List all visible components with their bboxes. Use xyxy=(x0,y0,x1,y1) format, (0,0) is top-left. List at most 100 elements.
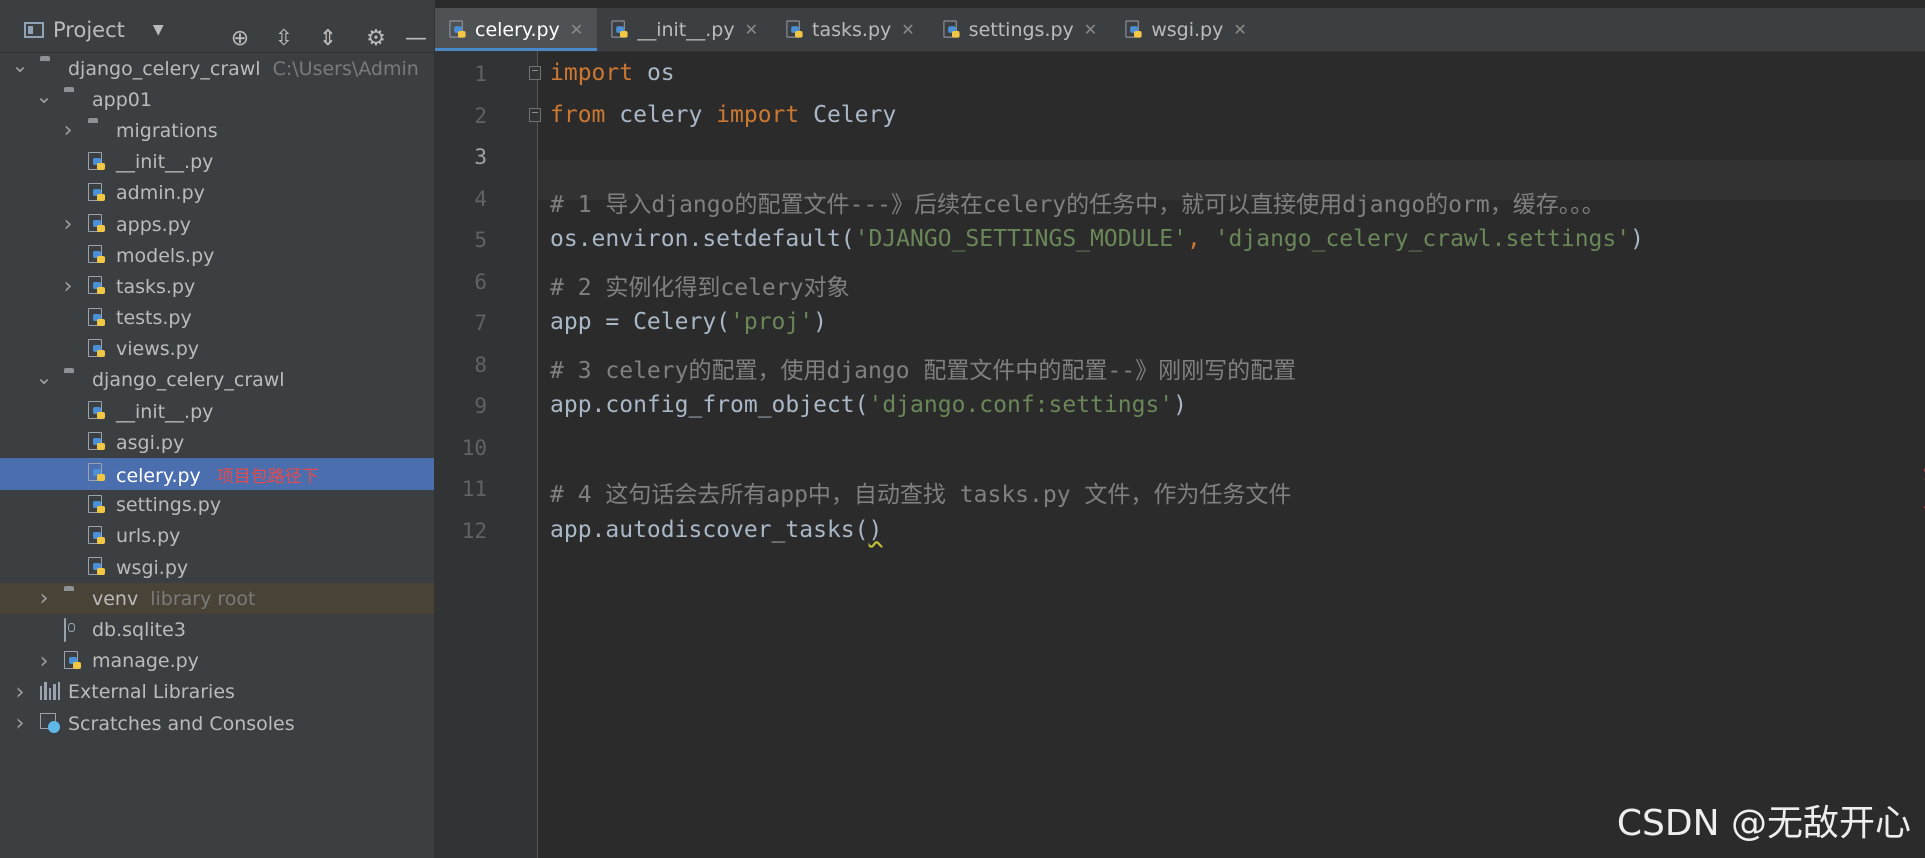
tree-item-label: app01 xyxy=(92,89,152,111)
tree-item-name: __init__.py xyxy=(116,400,214,423)
tree-item-label: External Libraries xyxy=(68,681,235,703)
tree-item[interactable]: tests.py xyxy=(0,303,434,334)
tree-item-label: views.py xyxy=(116,338,199,360)
tree-item[interactable]: › manage.py xyxy=(0,646,434,677)
code-line[interactable]: import os xyxy=(550,60,675,86)
tree-item[interactable]: › migrations xyxy=(0,115,434,146)
tree-item[interactable]: __init__.py xyxy=(0,396,434,427)
tree-item-icon-wrap xyxy=(88,338,108,359)
tree-item-label: celery.py 项目包路径下 xyxy=(116,462,319,487)
code-line[interactable]: # 1 导入django的配置文件---》后续在celery的任务中，就可以直接… xyxy=(550,185,1605,219)
tree-item[interactable]: db.sqlite3 xyxy=(0,614,434,645)
tab-wsgi-py[interactable]: wsgi.py ✕ xyxy=(1111,8,1261,51)
gear-icon[interactable]: ⚙ xyxy=(354,26,398,51)
tree-item[interactable]: wsgi.py xyxy=(0,552,434,583)
tree-item[interactable]: models.py xyxy=(0,240,434,271)
tree-item-name: db.sqlite3 xyxy=(92,618,186,641)
chevron-down-icon[interactable]: ⌄ xyxy=(10,53,30,77)
chevron-down-icon[interactable]: ▼ xyxy=(153,22,164,38)
tree-item-label: Scratches and Consoles xyxy=(68,713,295,735)
code-line[interactable]: from celery import Celery xyxy=(550,102,896,128)
tree-item-label: tasks.py xyxy=(116,276,195,298)
tree-item[interactable]: settings.py xyxy=(0,490,434,521)
editor-area: celery.py ✕ __init__.py ✕ tasks.py ✕ settings.… xyxy=(435,0,1925,858)
tree-item[interactable]: › apps.py xyxy=(0,209,434,240)
code-token: app.autodiscover_tasks( xyxy=(550,516,869,543)
tree-item[interactable]: ⌄ django_celery_crawl xyxy=(0,365,434,396)
tree-item-label: urls.py xyxy=(116,525,180,547)
tree-item-icon-wrap xyxy=(88,494,108,515)
code-token: , xyxy=(1186,226,1215,252)
tree-item-name: urls.py xyxy=(116,525,181,548)
project-title: Project xyxy=(53,18,125,42)
tree-item[interactable]: admin.py xyxy=(0,178,434,209)
chevron-right-icon[interactable]: › xyxy=(10,711,30,736)
tree-item[interactable]: › External Libraries xyxy=(0,677,434,708)
tree-item[interactable]: celery.py 项目包路径下 xyxy=(0,458,434,490)
tree-item-label: manage.py xyxy=(92,650,199,672)
code-line[interactable]: app = Celery('proj') xyxy=(550,309,827,335)
close-icon[interactable]: ✕ xyxy=(745,20,758,39)
code-line[interactable]: # 4 这句话会去所有app中，自动查找 tasks.py 文件，作为任务文件 xyxy=(550,475,1291,509)
tree-item-name: admin.py xyxy=(116,182,205,205)
project-view-selector[interactable]: Project ▼ xyxy=(0,18,164,42)
close-icon[interactable]: ✕ xyxy=(901,20,914,39)
tree-item-name: celery.py xyxy=(116,464,201,487)
tree-item[interactable]: ⌄ django_celery_crawl C:\Users\Admin xyxy=(0,53,434,84)
tree-item[interactable]: ⌄ app01 xyxy=(0,84,434,115)
tree-item[interactable]: › tasks.py xyxy=(0,271,434,302)
tree-item[interactable]: __init__.py xyxy=(0,147,434,178)
code-line[interactable]: # 3 celery的配置，使用django 配置文件中的配置--》刚刚写的配置 xyxy=(550,351,1296,385)
annotation-note: 项目包路径下 xyxy=(216,466,319,487)
line-number-gutter: 1 2 3 4 5 6 7 8 9 10 11 12 xyxy=(435,51,541,858)
tab-celery-py[interactable]: celery.py ✕ xyxy=(435,8,598,51)
code-line[interactable]: # 2 实例化得到celery对象 xyxy=(550,268,849,302)
code-token: app.config_from_object( xyxy=(550,392,869,418)
tree-item[interactable]: views.py xyxy=(0,334,434,365)
close-icon[interactable]: ✕ xyxy=(1233,20,1246,39)
hide-icon[interactable]: — xyxy=(398,26,434,51)
close-icon[interactable]: ✕ xyxy=(570,20,583,39)
chevron-right-icon[interactable]: › xyxy=(58,118,78,143)
tree-item-name: views.py xyxy=(116,338,199,361)
tab-settings-py[interactable]: settings.py ✕ xyxy=(929,8,1112,51)
tree-item-icon-wrap xyxy=(40,58,60,78)
tree-item[interactable]: › Scratches and Consoles xyxy=(0,708,434,739)
chevron-down-icon[interactable]: ⌄ xyxy=(34,365,54,389)
code-token: import xyxy=(550,60,634,86)
code-line[interactable]: app.autodiscover_tasks() xyxy=(550,517,882,543)
locate-icon[interactable]: ⊕ xyxy=(218,26,262,51)
tree-item-icon-wrap xyxy=(88,276,108,296)
project-tree: ⌄ django_celery_crawl C:\Users\Admin ⌄ app01… xyxy=(0,53,434,739)
tree-item-icon-wrap xyxy=(88,245,108,265)
tree-item-name: settings.py xyxy=(116,494,222,517)
tree-item[interactable]: › venv library root xyxy=(0,583,434,615)
fold-marker-icon[interactable] xyxy=(529,107,541,122)
code-line[interactable]: os.environ.setdefault('DJANGO_SETTINGS_M… xyxy=(550,226,1644,252)
chevron-right-icon[interactable]: › xyxy=(10,680,30,705)
line-number: 4 xyxy=(474,186,487,211)
tree-item-label: tests.py xyxy=(116,307,192,329)
expand-all-icon[interactable]: ⇳ xyxy=(262,26,306,51)
code-line[interactable]: app.config_from_object('django.conf:sett… xyxy=(550,392,1187,418)
tree-item-name: wsgi.py xyxy=(116,556,189,579)
tree-item-name: __init__.py xyxy=(116,151,214,174)
close-icon[interactable]: ✕ xyxy=(1084,20,1097,39)
chevron-down-icon[interactable]: ⌄ xyxy=(34,84,54,108)
collapse-all-icon[interactable]: ⇕ xyxy=(306,26,350,51)
chevron-right-icon[interactable]: › xyxy=(34,649,54,674)
tree-item-label: venv library root xyxy=(92,588,256,610)
chevron-right-icon[interactable]: › xyxy=(34,586,54,611)
chevron-right-icon[interactable]: › xyxy=(58,274,78,299)
tab-tasks-py[interactable]: tasks.py ✕ xyxy=(772,8,929,51)
line-number: 5 xyxy=(474,228,487,252)
tab-init-py[interactable]: __init__.py ✕ xyxy=(597,8,772,51)
line-number: 1 xyxy=(474,62,487,86)
fold-marker-icon[interactable] xyxy=(529,66,541,80)
code-token: ) xyxy=(1630,226,1644,252)
tree-item[interactable]: urls.py xyxy=(0,521,434,552)
tree-item[interactable]: asgi.py xyxy=(0,427,434,458)
tree-item-label: apps.py xyxy=(116,214,191,236)
tree-item-hint: library root xyxy=(150,587,256,610)
chevron-right-icon[interactable]: › xyxy=(58,212,78,237)
